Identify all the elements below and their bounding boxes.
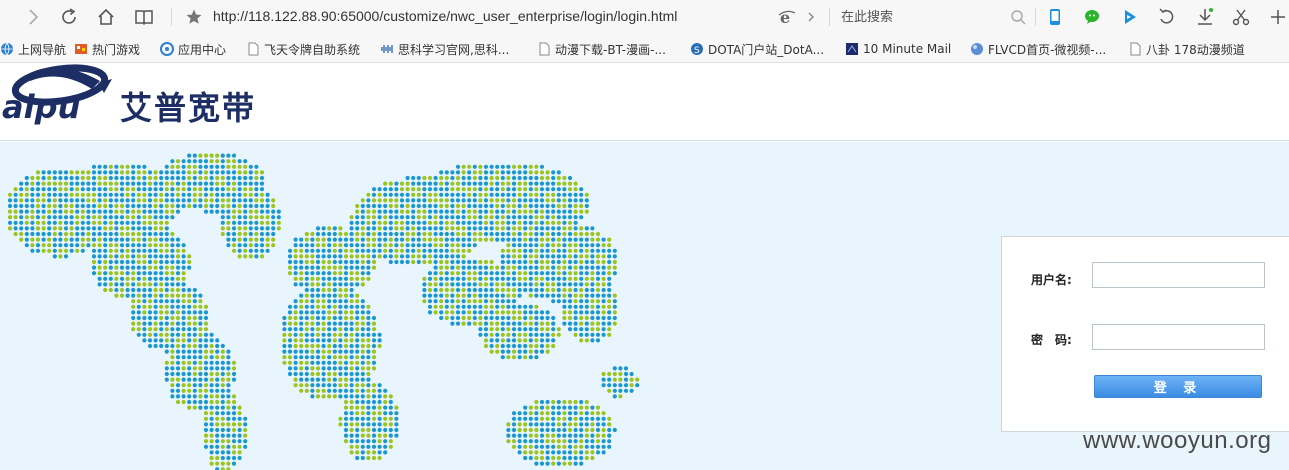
bookmark-item[interactable]: 八卦 178动漫频道	[1128, 40, 1245, 58]
login-form: 用户名: 密 码: 登 录	[1001, 236, 1289, 432]
browser-toolbar: http://118.122.88.90:65000/customize/nwc…	[0, 0, 1289, 34]
bookmark-item[interactable]: 应用中心	[160, 40, 226, 58]
phone-icon	[1050, 9, 1060, 25]
bookmarks-bar: 上网导航 热门游戏 应用中心 飞天令牌自助系统 思科学习官网,思科... 动漫下…	[0, 34, 1289, 63]
search-button[interactable]	[1005, 4, 1031, 30]
bookmark-item[interactable]: 上网导航	[0, 40, 66, 58]
bookmark-item[interactable]: 热门游戏	[74, 40, 140, 58]
new-tab-button[interactable]	[1265, 4, 1289, 30]
plus-icon	[1271, 10, 1285, 24]
bookmark-item[interactable]: FLVCD首页-微视频-...	[970, 40, 1106, 58]
toolbar-divider	[171, 8, 172, 26]
reader-button[interactable]	[131, 4, 157, 30]
video-button[interactable]	[1117, 4, 1143, 30]
toolbar-divider	[1035, 8, 1036, 26]
world-dot-map	[7, 153, 640, 470]
page-header: aipu 艾普宽带	[0, 63, 1289, 141]
username-input[interactable]	[1092, 262, 1265, 288]
favorite-button[interactable]	[181, 4, 207, 30]
bookmark-item[interactable]: 10 Minute Mail	[845, 40, 951, 58]
bookmark-label: 动漫下载-BT-漫画-...	[555, 42, 666, 57]
mail-icon	[846, 43, 858, 55]
brand-name: 艾普宽带	[120, 89, 257, 127]
toolbar-divider	[829, 8, 830, 26]
bookmark-label: 热门游戏	[92, 42, 141, 57]
forward-button[interactable]	[20, 4, 46, 30]
login-button[interactable]: 登 录	[1094, 375, 1262, 398]
book-icon	[135, 10, 153, 26]
undo-icon	[1159, 8, 1174, 24]
bookmark-item[interactable]: 动漫下载-BT-漫画-...	[537, 40, 666, 58]
game-icon	[75, 44, 87, 54]
bookmark-item[interactable]: S DOTA门户站_DotA...	[690, 40, 824, 58]
username-label: 用户名:	[1031, 273, 1072, 287]
play-icon	[1125, 10, 1136, 24]
engine-menu-button[interactable]	[798, 4, 824, 30]
home-button[interactable]	[93, 4, 119, 30]
chevron-right-icon	[29, 9, 39, 25]
password-input[interactable]	[1092, 324, 1265, 350]
svg-text:S: S	[694, 46, 700, 56]
search-icon	[1011, 10, 1026, 25]
app-center-icon	[160, 42, 174, 56]
flvcd-icon	[971, 43, 983, 55]
search-input[interactable]	[841, 6, 1031, 28]
logo-wordmark: aipu	[2, 88, 80, 126]
page-icon	[1130, 42, 1141, 56]
wechat-icon	[1085, 10, 1099, 24]
screenshot-button[interactable]	[1228, 4, 1254, 30]
password-label: 密 码:	[1031, 333, 1072, 347]
ie-engine-icon: e	[778, 8, 796, 27]
bookmark-label: 10 Minute Mail	[863, 42, 952, 56]
watermark: www.wooyun.org	[1083, 427, 1272, 454]
home-icon	[98, 8, 114, 25]
reload-icon	[62, 8, 76, 24]
page-icon	[248, 42, 259, 56]
cisco-icon	[381, 45, 393, 53]
bookmark-label: DOTA门户站_DotA...	[708, 42, 825, 57]
star-icon	[186, 9, 202, 24]
bookmark-label: 应用中心	[178, 42, 227, 57]
chevron-right-icon	[808, 12, 814, 22]
bookmark-item[interactable]: 思科学习官网,思科...	[380, 40, 509, 58]
address-bar[interactable]: http://118.122.88.90:65000/customize/nwc…	[213, 8, 677, 24]
page-icon	[539, 42, 550, 56]
login-page-body: 用户名: 密 码: 登 录 www.wooyun.org	[0, 142, 1289, 470]
bookmark-label: 思科学习官网,思科...	[398, 42, 510, 57]
mobile-button[interactable]	[1042, 4, 1068, 30]
scissors-icon	[1232, 9, 1250, 26]
bookmark-label: 上网导航	[18, 42, 67, 57]
wechat-button[interactable]	[1080, 4, 1106, 30]
reload-button[interactable]	[56, 4, 82, 30]
globe-icon	[1, 42, 13, 56]
bookmark-item[interactable]: 飞天令牌自助系统	[246, 40, 360, 58]
download-icon	[1198, 8, 1213, 25]
undo-button[interactable]	[1154, 4, 1180, 30]
ie-mode-button[interactable]: e	[774, 4, 800, 30]
download-button[interactable]	[1192, 4, 1218, 30]
bookmark-label: 飞天令牌自助系统	[264, 42, 361, 57]
bookmark-label: FLVCD首页-微视频-...	[988, 42, 1107, 57]
bookmark-label: 八卦 178动漫频道	[1146, 42, 1245, 57]
dota-icon: S	[691, 43, 703, 56]
